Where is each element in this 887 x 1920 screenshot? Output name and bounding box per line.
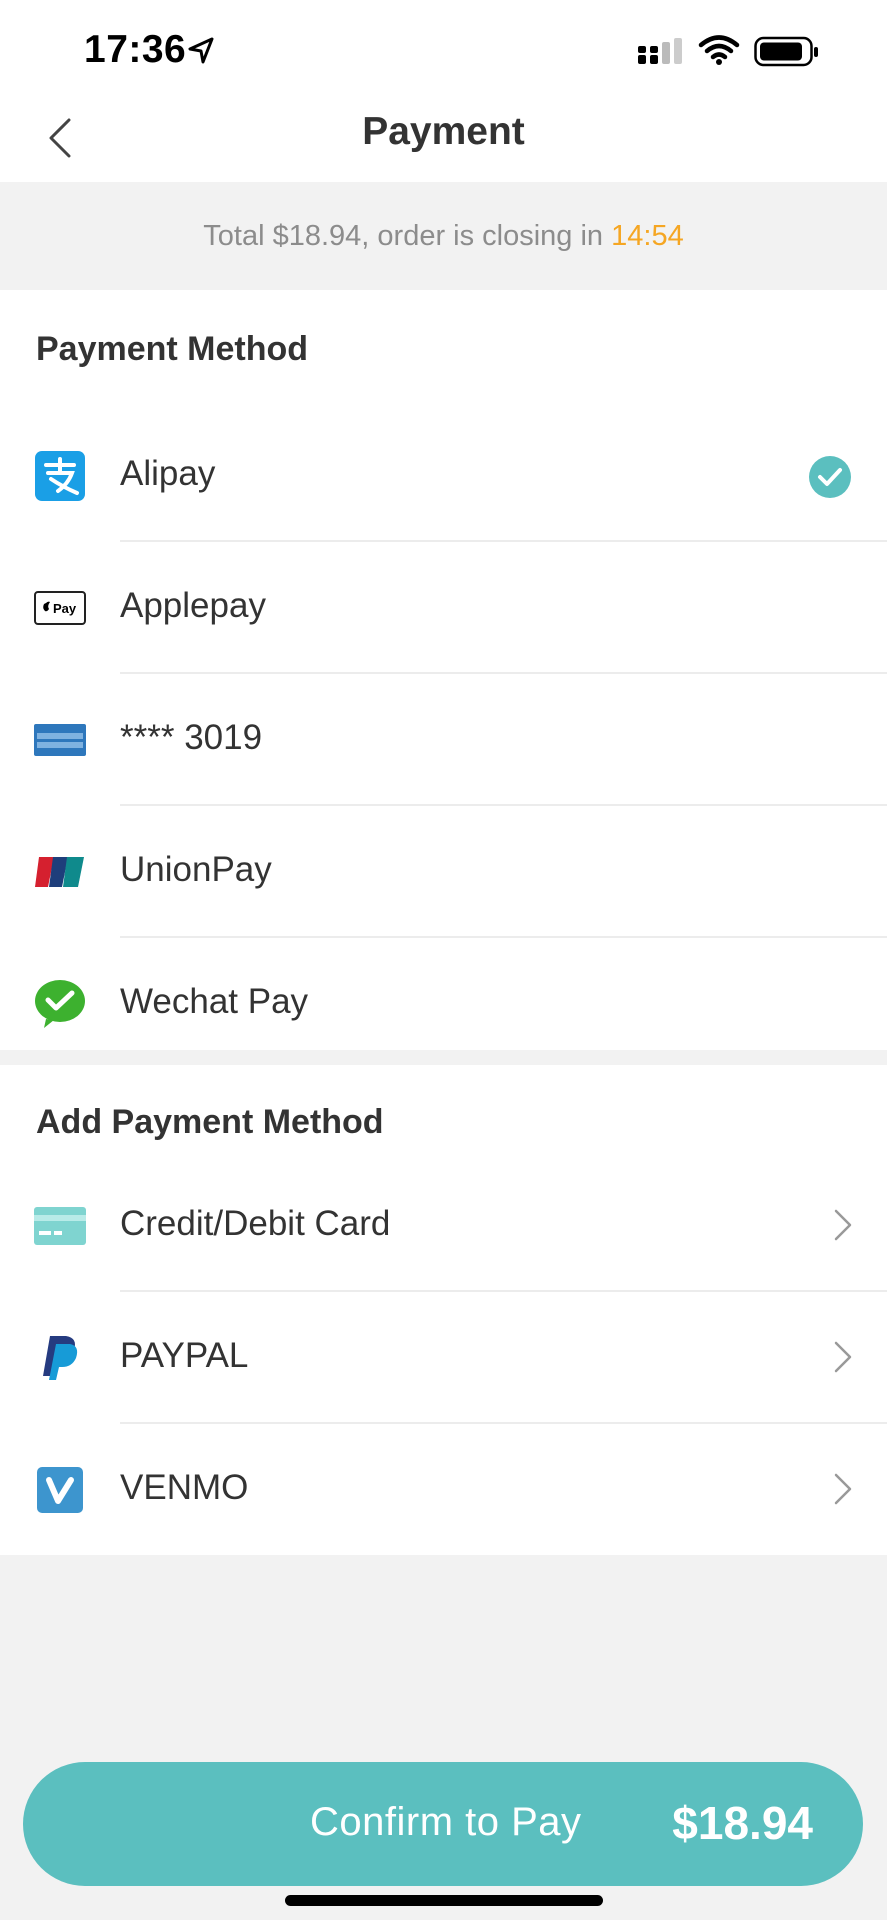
payment-option-label: Alipay	[120, 454, 216, 493]
add-payment-method-section: Add Payment Method Credit/Debit Card PAY…	[0, 1065, 887, 1555]
payment-option-unionpay[interactable]: UnionPay	[0, 806, 887, 938]
chevron-right-icon	[833, 1340, 853, 1379]
payment-option-label: **** 3019	[120, 718, 263, 757]
status-time: 17:36	[84, 28, 187, 71]
add-credit-card[interactable]: Credit/Debit Card	[0, 1160, 887, 1292]
battery-icon	[754, 36, 820, 73]
section-title: Payment Method	[36, 330, 309, 368]
applepay-icon: Pay	[34, 583, 86, 633]
nav-bar: Payment	[0, 100, 887, 182]
location-arrow-icon	[186, 36, 216, 71]
confirm-to-pay-button[interactable]: Confirm to Pay $18.94	[23, 1762, 863, 1886]
home-indicator	[285, 1895, 603, 1906]
payment-option-wechat[interactable]: Wechat Pay	[0, 938, 887, 1070]
paypal-icon	[34, 1333, 86, 1383]
cellular-signal-icon	[637, 38, 685, 73]
page-title: Payment	[362, 110, 525, 153]
summary-text: Total $18.94, order is closing in	[203, 220, 612, 252]
add-method-label: PAYPAL	[120, 1336, 249, 1375]
add-venmo[interactable]: VENMO	[0, 1424, 887, 1556]
wechat-pay-icon	[34, 979, 86, 1029]
countdown-timer: 14:54	[611, 220, 684, 252]
order-summary: Total $18.94, order is closing in 14:54	[0, 182, 887, 290]
venmo-icon	[34, 1465, 86, 1515]
confirm-amount: $18.94	[672, 1797, 813, 1849]
credit-card-icon	[34, 1201, 86, 1251]
status-bar: 17:36	[0, 0, 887, 100]
payment-option-amex[interactable]: **** 3019	[0, 674, 887, 806]
add-paypal[interactable]: PAYPAL	[0, 1292, 887, 1424]
unionpay-icon	[34, 847, 86, 897]
add-method-label: VENMO	[120, 1468, 249, 1507]
payment-option-label: UnionPay	[120, 850, 272, 889]
section-title: Add Payment Method	[36, 1103, 384, 1141]
svg-text:Pay: Pay	[53, 601, 77, 616]
chevron-right-icon	[833, 1208, 853, 1247]
wifi-icon	[698, 34, 740, 71]
confirm-label: Confirm to Pay	[310, 1800, 582, 1844]
checkmark-icon	[809, 456, 851, 503]
amex-card-icon	[34, 715, 86, 765]
alipay-icon	[34, 451, 86, 501]
payment-method-section: Payment Method Alipay Pay Applepay **** …	[0, 290, 887, 1050]
payment-option-label: Applepay	[120, 586, 266, 625]
payment-option-applepay[interactable]: Pay Applepay	[0, 542, 887, 674]
chevron-right-icon	[833, 1472, 853, 1511]
payment-option-alipay[interactable]: Alipay	[0, 410, 887, 542]
add-method-label: Credit/Debit Card	[120, 1204, 391, 1243]
payment-option-label: Wechat Pay	[120, 982, 309, 1021]
